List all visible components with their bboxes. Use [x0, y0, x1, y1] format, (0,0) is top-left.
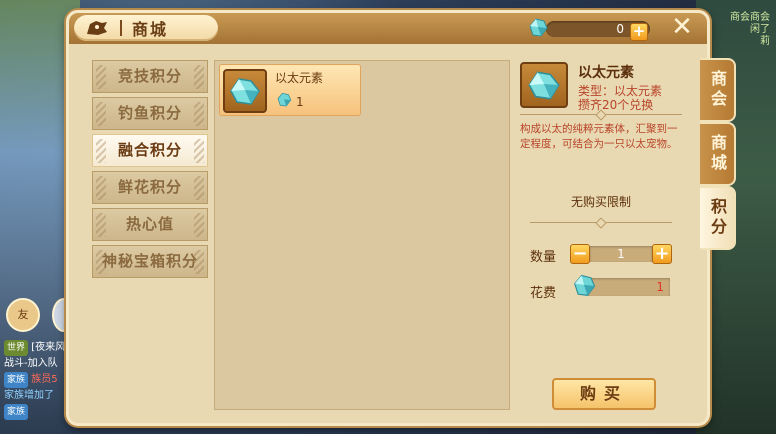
buy-button[interactable]: 购买 [552, 378, 656, 410]
currency-value: 0 [616, 22, 624, 36]
tab-label: 积分 [708, 198, 727, 238]
chat-text: [夜来风 [31, 342, 66, 353]
pet-head-icon [84, 18, 110, 38]
cost-label: 花费 [530, 286, 557, 301]
category-item[interactable]: 钓鱼积分 [92, 97, 208, 130]
tab-label: 商会 [708, 70, 727, 110]
background-top-right-text: 商会商会 闲了 莉 [730, 12, 770, 48]
detail-redeem-info: 攒齐20个兑换 [578, 98, 654, 112]
ether-crystal-icon [230, 78, 260, 105]
ether-gem-icon [570, 272, 598, 304]
detail-description: 构成以太的纯粹元素体，汇聚到一定程度，可结合为一只以太宠物。 [520, 123, 678, 150]
category-label: 热心值 [125, 215, 174, 233]
currency-bar: 0 + [526, 18, 650, 41]
category-item[interactable]: 神秘宝箱积分 [92, 245, 208, 278]
ether-crystal-icon [528, 71, 560, 100]
shop-title-tab: 商城 [74, 15, 218, 41]
tab-merchant-guild[interactable]: 商会 [700, 58, 736, 122]
quantity-value: 1 [617, 247, 625, 261]
friend-avatar-button[interactable]: 友 [6, 298, 40, 332]
tab-shop[interactable]: 商城 [700, 122, 736, 186]
tab-label: 商城 [708, 134, 727, 174]
quantity-decrease-button[interactable]: − [570, 244, 590, 264]
quantity-label: 数量 [530, 250, 557, 265]
currency-track: 0 + [546, 21, 650, 41]
shop-item-card[interactable]: 以太元素 1 [219, 64, 361, 116]
add-currency-button[interactable]: + [630, 23, 648, 41]
category-label: 鲜花积分 [117, 178, 182, 196]
item-name: 以太元素 [275, 71, 324, 85]
chat-tag-family: 家族 [4, 404, 29, 420]
bg-text-line: 闲了 [750, 24, 770, 35]
cost-field: 1 [588, 278, 670, 296]
item-price: 1 [296, 95, 304, 109]
chat-text: 族员5 [31, 374, 58, 385]
item-thumbnail [223, 69, 267, 113]
quantity-increase-button[interactable]: + [652, 244, 672, 264]
detail-thumbnail [520, 62, 568, 108]
category-label: 神秘宝箱积分 [101, 252, 198, 270]
category-item[interactable]: 热心值 [92, 208, 208, 241]
category-list: 竞技积分 钓鱼积分 融合积分 鲜花积分 热心值 神秘宝箱积分 [92, 60, 208, 282]
chat-tag-family: 家族 [4, 372, 29, 388]
close-button[interactable]: ✕ [670, 14, 694, 40]
category-label: 融合积分 [117, 141, 182, 159]
ether-gem-icon [526, 16, 550, 44]
page-title: 商城 [132, 20, 169, 39]
title-separator [120, 20, 122, 36]
chat-text: 家族增加了 [4, 390, 54, 401]
ether-gem-icon [275, 91, 293, 113]
purchase-limit-text: 无购买限制 [570, 195, 631, 209]
cost-value: 1 [656, 280, 664, 294]
chat-text: 战斗-加入队 [4, 358, 58, 369]
quantity-field[interactable]: 1 [590, 246, 652, 262]
bg-text-line: 商会商会 [730, 12, 770, 23]
tab-points[interactable]: 积分 [700, 186, 736, 250]
category-label: 钓鱼积分 [117, 104, 182, 122]
detail-item-name: 以太元素 [578, 65, 634, 81]
category-item[interactable]: 竞技积分 [92, 60, 208, 93]
category-item[interactable]: 鲜花积分 [92, 171, 208, 204]
chat-tag-world: 世界 [4, 340, 29, 356]
bg-text-line: 莉 [760, 36, 770, 47]
category-item-selected[interactable]: 融合积分 [92, 134, 208, 167]
friend-label: 友 [17, 308, 29, 321]
category-label: 竞技积分 [117, 67, 182, 85]
